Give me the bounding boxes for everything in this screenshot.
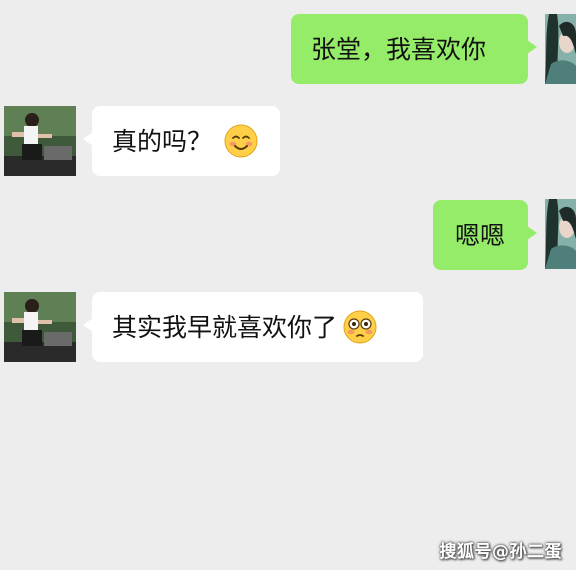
message-bubble-outgoing[interactable]: 张堂，我喜欢你: [291, 14, 537, 84]
flushed-emoji-icon: [343, 310, 377, 344]
message-text: 嗯嗯: [455, 220, 506, 250]
message-bubble-outgoing[interactable]: 嗯嗯: [433, 200, 537, 270]
message-bubble-incoming[interactable]: 其实我早就喜欢你了: [83, 292, 423, 362]
chat-thread: 张堂，我喜欢你 真的吗？ 嗯嗯 其实我早就喜欢你了: [0, 0, 576, 570]
avatar-self[interactable]: [545, 14, 576, 84]
avatar-contact[interactable]: [4, 292, 76, 362]
avatar-contact[interactable]: [4, 106, 76, 176]
watermark: 搜狐号@孙二蛋: [439, 542, 562, 562]
avatar-self[interactable]: [545, 199, 576, 269]
message-bubble-incoming[interactable]: 真的吗？: [83, 106, 280, 176]
message-text: 真的吗？: [112, 126, 213, 156]
message-text: 其实我早就喜欢你了: [112, 312, 338, 342]
smiling-blush-emoji-icon: [224, 124, 258, 158]
message-text: 张堂，我喜欢你: [311, 34, 487, 64]
